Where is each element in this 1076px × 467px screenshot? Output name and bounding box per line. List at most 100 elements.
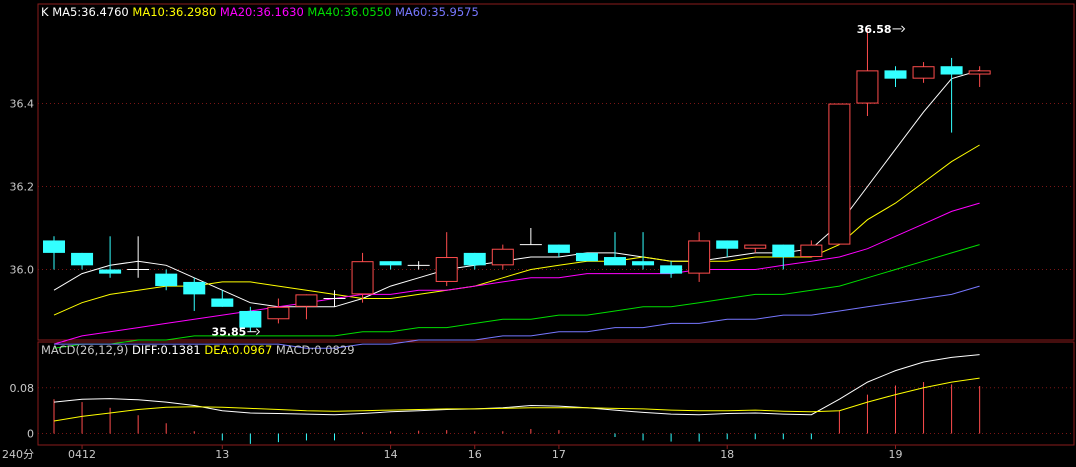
legend-entry: MACD(26,12,9) — [41, 343, 128, 357]
candle — [491, 244, 514, 270]
x-tick-label: 16 — [468, 448, 482, 461]
legend-entry: MACD:0.0829 — [272, 343, 354, 357]
kline-y-tick-label: 36.2 — [10, 181, 35, 194]
macd-panel-border — [37, 341, 1075, 446]
candle-body — [295, 294, 318, 307]
candle-body — [940, 66, 963, 75]
candle — [744, 244, 767, 253]
candle — [772, 244, 795, 270]
candle-body — [604, 257, 626, 266]
candle-body — [800, 244, 823, 258]
x-tick-label: 0412 — [68, 448, 96, 461]
candle — [688, 232, 711, 282]
candle-body — [379, 261, 402, 266]
macd-y-tick-label: 0.08 — [10, 382, 35, 395]
candle — [127, 236, 150, 278]
macd-legend: MACD(26,12,9) DIFF:0.1381 DEA:0.0967 MAC… — [41, 343, 355, 357]
macd-histogram — [53, 382, 981, 444]
kline-legend: K MA5:36.4760 MA10:36.2980 MA20:36.1630 … — [41, 5, 479, 19]
macd-lines — [53, 354, 980, 422]
price-annotation: 35.85 — [212, 326, 247, 339]
candle — [99, 236, 122, 278]
candle — [660, 261, 683, 278]
candlesticks[interactable] — [43, 28, 991, 332]
candle-body — [211, 298, 234, 307]
candle-body — [575, 252, 598, 262]
price-annotation: 36.58 — [857, 23, 892, 36]
candle-body — [351, 261, 374, 295]
candle — [435, 232, 458, 287]
candle-body — [463, 252, 486, 266]
chart-svg[interactable]: 36.4 36.2 36.0 0.08 0 36.58 35.85 0412 13 14 16… — [0, 0, 1076, 463]
legend-entry: DEA:0.0967 — [201, 343, 273, 357]
candle — [407, 261, 430, 270]
candle — [575, 252, 598, 262]
ma60-line — [54, 285, 980, 349]
candle-body — [99, 269, 122, 274]
candle-body — [968, 70, 991, 75]
diff-line — [53, 354, 980, 416]
legend-entry: DIFF:0.1381 — [128, 343, 200, 357]
candle-body — [884, 70, 907, 79]
candle — [940, 57, 963, 133]
candle-body — [772, 244, 795, 258]
x-axis: 0412 13 14 16 17 18 19 — [68, 445, 903, 461]
candle-body — [155, 273, 178, 287]
candle — [379, 261, 402, 270]
ma40-line — [53, 244, 980, 349]
macd-y-axis: 0.08 0 — [10, 382, 35, 441]
kline-y-tick-label: 36.0 — [10, 263, 35, 276]
legend-entry: MA5:36.4760 — [52, 5, 129, 19]
candle-body — [632, 261, 655, 266]
candle-body — [547, 244, 570, 253]
candle — [519, 228, 542, 246]
x-tick-label: 18 — [720, 448, 734, 461]
candle — [211, 290, 234, 307]
candle — [183, 277, 206, 311]
candle — [884, 66, 907, 87]
candle-body — [183, 281, 206, 295]
candle-body — [828, 103, 851, 245]
candle — [912, 62, 935, 83]
legend-entry: MA10:36.2980 — [129, 5, 217, 19]
candle — [632, 232, 655, 270]
macd-grid — [38, 387, 1074, 435]
legend-entry: MA40:36.0550 — [304, 5, 392, 19]
candle-body — [912, 66, 935, 79]
kline-y-tick-label: 36.4 — [10, 98, 35, 111]
candle — [800, 240, 823, 258]
annotation-arrow-head — [255, 328, 261, 336]
candle-body — [435, 257, 458, 282]
dea-line — [53, 377, 980, 422]
candle — [267, 298, 290, 324]
candle-body — [688, 240, 711, 274]
candle — [463, 252, 486, 270]
candle — [43, 236, 65, 270]
candle-body — [43, 240, 65, 253]
candle-body — [856, 70, 879, 104]
period-label[interactable]: 240分 — [2, 448, 34, 461]
candle — [828, 103, 851, 245]
x-tick-label: 17 — [552, 448, 566, 461]
kline-indicator-label: K — [41, 5, 52, 19]
candle-body — [660, 265, 683, 274]
candle — [71, 252, 94, 270]
candle-body — [71, 252, 94, 266]
candle — [968, 66, 991, 87]
macd-y-tick-label: 0 — [27, 428, 34, 441]
candle — [547, 244, 570, 258]
candle-body — [744, 244, 767, 249]
legend-entry: MA60:35.9575 — [391, 5, 479, 19]
candle — [856, 28, 879, 116]
candle-body — [491, 248, 514, 266]
candle — [716, 240, 739, 258]
candle — [604, 232, 626, 266]
x-tick-label: 14 — [384, 448, 398, 461]
legend-entry: MA20:36.1630 — [216, 5, 304, 19]
x-tick-label: 13 — [215, 448, 229, 461]
annotation-arrow-head — [901, 25, 906, 33]
candle-body — [267, 306, 290, 320]
stock-chart: 36.4 36.2 36.0 0.08 0 36.58 35.85 0412 13 14 16… — [0, 0, 1076, 463]
x-tick-label: 19 — [889, 448, 903, 461]
kline-y-axis: 36.4 36.2 36.0 — [10, 98, 35, 277]
